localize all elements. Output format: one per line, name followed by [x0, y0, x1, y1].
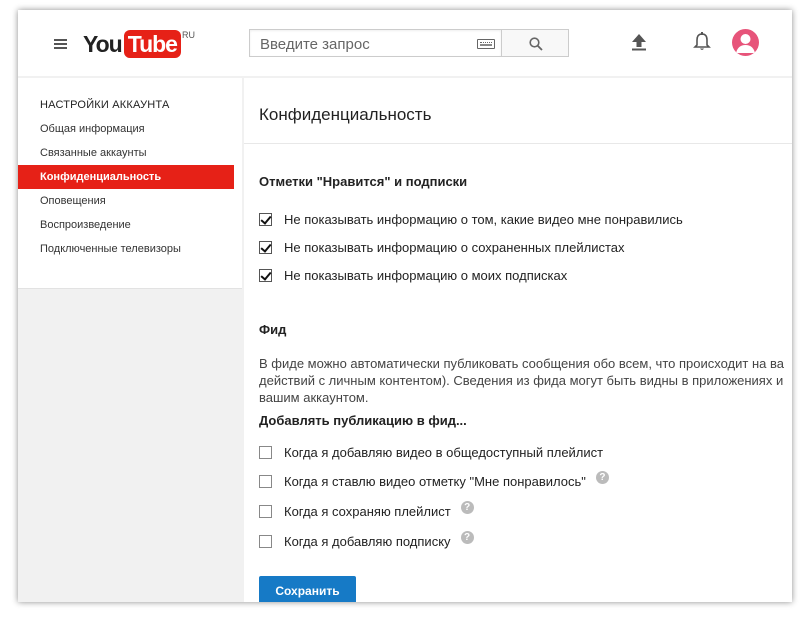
app-window: You Tube RU Введите запрос НАСТРОЙКИ АКК… — [18, 10, 792, 602]
divider — [244, 143, 792, 144]
checkbox-feed-save-playlist[interactable] — [259, 504, 272, 518]
checkbox-feed-public-playlist[interactable] — [259, 445, 272, 459]
option-label: Не показывать информацию о моих подписка… — [284, 267, 568, 283]
likes-section-title: Отметки "Нравится" и подписки — [259, 174, 468, 189]
option-label: Когда я добавляю видео в общедоступный п… — [284, 444, 604, 460]
checkbox-feed-like-video[interactable] — [259, 474, 272, 488]
avatar-icon[interactable] — [732, 29, 759, 56]
page-title: Конфиденциальность — [259, 105, 432, 124]
sidebar-item-connected-tvs[interactable]: Подключенные телевизоры — [18, 237, 234, 261]
logo-tube-text: Tube — [123, 30, 181, 58]
help-icon[interactable]: ? — [460, 500, 474, 514]
checkbox-hide-liked-videos[interactable] — [259, 212, 272, 226]
search-box — [249, 29, 501, 57]
option-feed-like-video[interactable]: Когда я ставлю видео отметку "Мне понрав… — [259, 470, 609, 490]
checkbox-hide-saved-playlists[interactable] — [259, 240, 272, 254]
feed-section-title: Фид — [259, 322, 287, 337]
main-content: Конфиденциальность Отметки "Нравится" и … — [244, 78, 792, 602]
top-header: You Tube RU — [18, 10, 792, 76]
sidebar-title: НАСТРОЙКИ АККАУНТА — [40, 99, 170, 111]
option-feed-public-playlist[interactable]: Когда я добавляю видео в общедоступный п… — [259, 443, 603, 461]
option-label: Когда я сохраняю плейлист — [284, 503, 451, 519]
sidebar-item-notifications[interactable]: Оповещения — [18, 189, 234, 213]
search-button[interactable] — [501, 29, 569, 57]
help-icon[interactable]: ? — [460, 530, 474, 544]
option-label: Когда я ставлю видео отметку "Мне понрав… — [284, 473, 586, 489]
option-hide-liked-videos[interactable]: Не показывать информацию о том, какие ви… — [259, 210, 683, 228]
checkbox-hide-subscriptions[interactable] — [259, 268, 272, 282]
logo-region: RU — [181, 30, 195, 40]
hamburger-icon[interactable] — [54, 39, 67, 49]
sidebar-item-linked-accounts[interactable]: Связанные аккаунты — [18, 141, 234, 165]
option-hide-saved-playlists[interactable]: Не показывать информацию о сохраненных п… — [259, 238, 625, 256]
option-label: Не показывать информацию о сохраненных п… — [284, 239, 625, 255]
feed-description: В фиде можно автоматически публиковать с… — [259, 356, 784, 405]
option-feed-add-subscription[interactable]: Когда я добавляю подписку ? — [259, 530, 474, 550]
option-label: Не показывать информацию о том, какие ви… — [284, 211, 683, 227]
option-label: Когда я добавляю подписку — [284, 533, 451, 549]
upload-icon[interactable] — [631, 34, 647, 51]
search-icon — [529, 37, 543, 51]
checkbox-feed-add-subscription[interactable] — [259, 534, 272, 548]
logo-you-text: You — [83, 31, 123, 57]
save-button[interactable]: Сохранить — [259, 576, 356, 602]
search-input[interactable] — [258, 31, 472, 57]
add-publication-label: Добавлять публикацию в фид... — [259, 413, 467, 428]
sidebar-item-playback[interactable]: Воспроизведение — [18, 213, 234, 237]
keyboard-icon[interactable] — [477, 39, 495, 49]
help-icon[interactable]: ? — [595, 470, 609, 484]
option-feed-save-playlist[interactable]: Когда я сохраняю плейлист ? — [259, 500, 474, 520]
avatar-silhouette-icon — [736, 34, 755, 53]
settings-sidebar: НАСТРОЙКИ АККАУНТА Общая информация Связ… — [18, 78, 242, 289]
sidebar-item-general[interactable]: Общая информация — [18, 117, 234, 141]
sidebar-item-privacy[interactable]: Конфиденциальность — [18, 165, 234, 189]
youtube-logo[interactable]: You Tube RU — [83, 30, 195, 60]
bell-icon[interactable] — [693, 32, 711, 52]
option-hide-subscriptions[interactable]: Не показывать информацию о моих подписка… — [259, 266, 567, 284]
